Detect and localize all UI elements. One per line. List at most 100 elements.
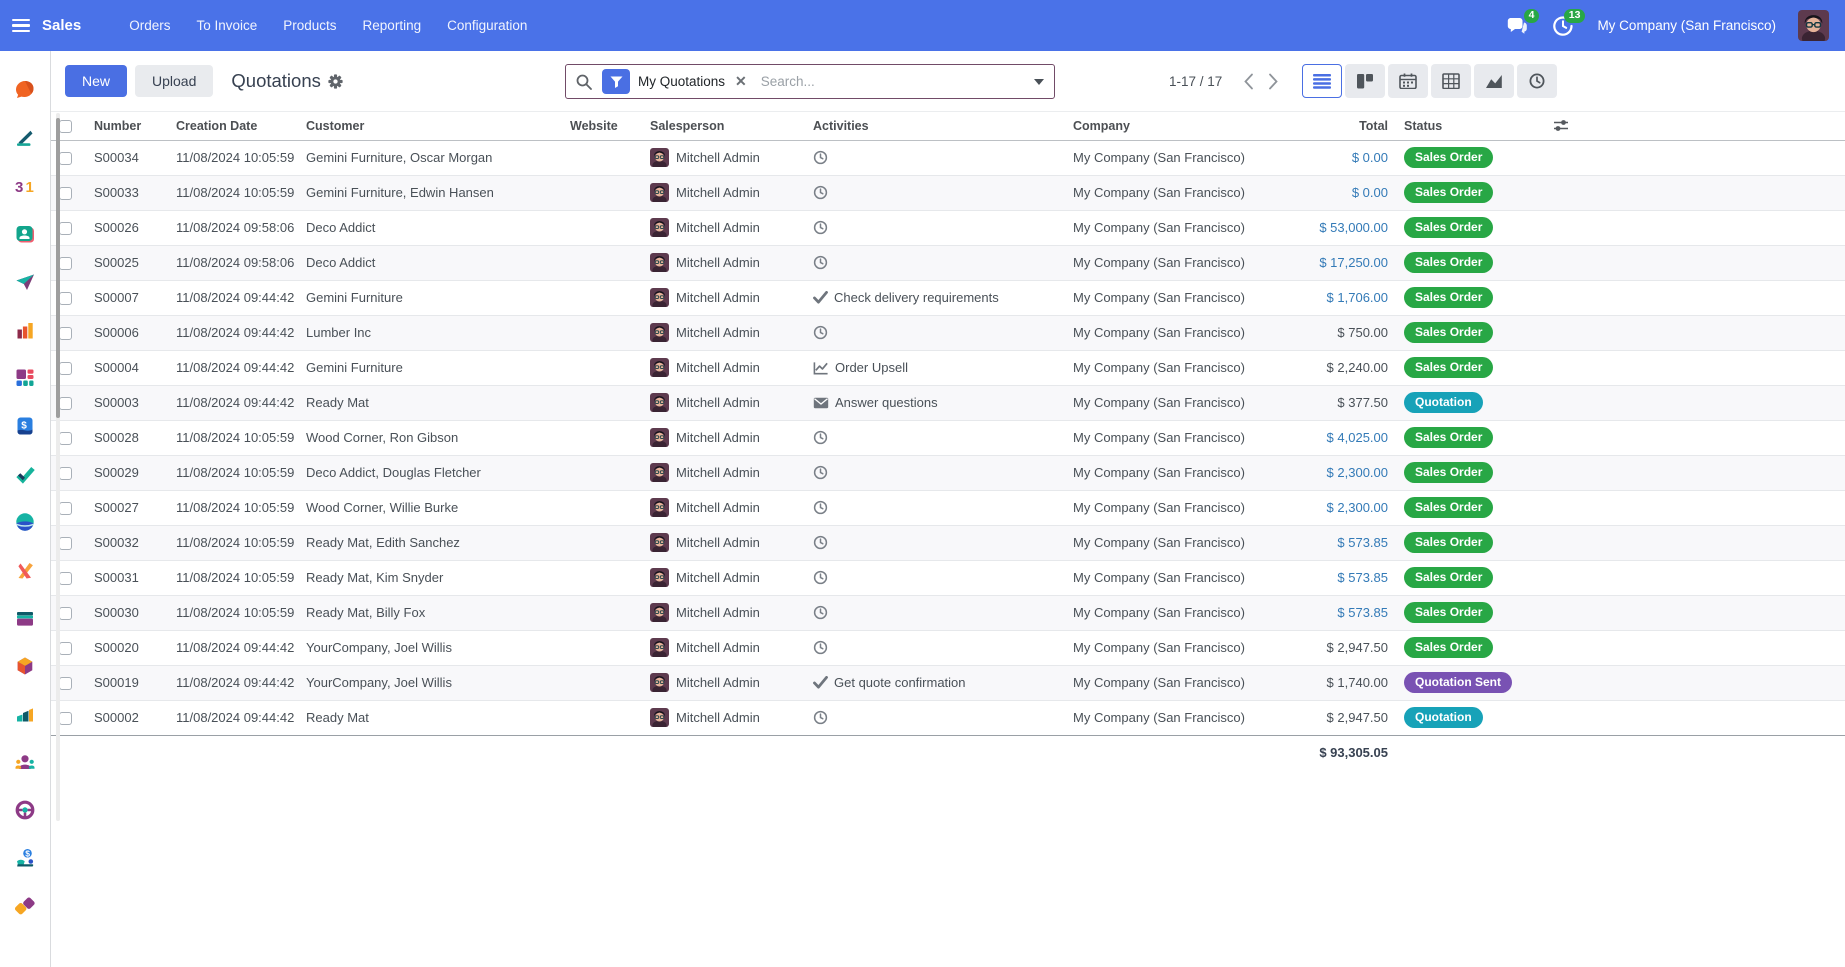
top-menu-reporting[interactable]: Reporting: [363, 18, 422, 33]
user-avatar[interactable]: [1798, 10, 1829, 41]
column-header-company[interactable]: Company: [1065, 112, 1266, 140]
chat-blob-icon[interactable]: [14, 79, 36, 101]
quotation-row[interactable]: S0003411/08/2024 10:05:59Gemini Furnitur…: [51, 140, 1845, 175]
pager-previous-button[interactable]: [1236, 69, 1261, 94]
activity-clock-icon[interactable]: [813, 430, 828, 445]
filter-funnel-icon[interactable]: [602, 69, 630, 94]
people-icon[interactable]: [14, 751, 36, 773]
quotation-row[interactable]: S0003111/08/2024 10:05:59Ready Mat, Kim …: [51, 560, 1845, 595]
apps-menu-icon[interactable]: [12, 19, 30, 32]
view-pivot-button[interactable]: [1431, 64, 1471, 98]
quotation-row[interactable]: S0002511/08/2024 09:58:06Deco AddictMitc…: [51, 245, 1845, 280]
activity-clock-icon[interactable]: [813, 605, 828, 620]
steering-wheel-icon[interactable]: [14, 799, 36, 821]
cell-total[interactable]: $ 1,706.00: [1266, 280, 1396, 315]
ramp-chart-icon[interactable]: [14, 703, 36, 725]
activities-icon[interactable]: 13: [1551, 15, 1575, 37]
cell-total[interactable]: $ 0.00: [1266, 140, 1396, 175]
column-header-activities[interactable]: Activities: [805, 112, 1065, 140]
pager-next-button[interactable]: [1261, 69, 1286, 94]
row-checkbox[interactable]: [59, 677, 72, 690]
optional-columns-icon[interactable]: [1549, 118, 1837, 133]
person-dollar-icon[interactable]: $: [14, 847, 36, 869]
activity-label[interactable]: Answer questions: [835, 395, 938, 410]
view-calendar-button[interactable]: [1388, 64, 1428, 98]
search-dropdown-caret-icon[interactable]: [1034, 79, 1044, 85]
activity-envelope-icon[interactable]: [813, 397, 829, 409]
top-menu-to-invoice[interactable]: To Invoice: [196, 18, 257, 33]
cell-total[interactable]: $ 0.00: [1266, 175, 1396, 210]
activity-clock-icon[interactable]: [813, 150, 828, 165]
top-menu-configuration[interactable]: Configuration: [447, 18, 527, 33]
paper-plane-icon[interactable]: [14, 271, 36, 293]
column-header-salesperson[interactable]: Salesperson: [642, 112, 805, 140]
row-checkbox[interactable]: [59, 642, 72, 655]
view-activity-button[interactable]: [1517, 64, 1557, 98]
quotation-row[interactable]: S0003011/08/2024 10:05:59Ready Mat, Bill…: [51, 595, 1845, 630]
cell-total[interactable]: $ 2,300.00: [1266, 490, 1396, 525]
quotation-row[interactable]: S0002711/08/2024 10:05:59Wood Corner, Wi…: [51, 490, 1845, 525]
row-checkbox[interactable]: [59, 362, 72, 375]
activity-clock-icon[interactable]: [813, 255, 828, 270]
activity-chart-icon[interactable]: [813, 361, 829, 375]
quotation-row[interactable]: S0003311/08/2024 10:05:59Gemini Furnitur…: [51, 175, 1845, 210]
activity-clock-icon[interactable]: [813, 325, 828, 340]
row-checkbox[interactable]: [59, 327, 72, 340]
dashboard-tiles-icon[interactable]: [14, 367, 36, 389]
row-checkbox[interactable]: [59, 572, 72, 585]
new-button[interactable]: New: [65, 65, 127, 97]
column-header-customer[interactable]: Customer: [298, 112, 562, 140]
checkmark-icon[interactable]: [14, 463, 36, 485]
facet-remove-icon[interactable]: ✕: [735, 73, 747, 90]
row-checkbox[interactable]: [59, 397, 72, 410]
quotation-row[interactable]: S0000311/08/2024 09:44:42Ready MatMitche…: [51, 385, 1845, 420]
bar-chart-icon[interactable]: [14, 319, 36, 341]
messages-icon[interactable]: 4: [1505, 15, 1529, 37]
activity-label[interactable]: Check delivery requirements: [834, 290, 999, 305]
column-header-total[interactable]: Total: [1266, 112, 1396, 140]
company-switcher[interactable]: My Company (San Francisco): [1597, 18, 1776, 33]
pencil-angle-icon[interactable]: [14, 127, 36, 149]
activity-clock-icon[interactable]: [813, 640, 828, 655]
linked-shapes-icon[interactable]: [14, 895, 36, 917]
row-checkbox[interactable]: [59, 152, 72, 165]
quotation-row[interactable]: S0002011/08/2024 09:44:42YourCompany, Jo…: [51, 630, 1845, 665]
sidebar-scrollbar-thumb[interactable]: [56, 118, 60, 418]
current-app-name[interactable]: Sales: [42, 17, 81, 34]
contact-card-icon[interactable]: [14, 223, 36, 245]
cell-total[interactable]: $ 4,025.00: [1266, 420, 1396, 455]
quotation-row[interactable]: S0002811/08/2024 10:05:59Wood Corner, Ro…: [51, 420, 1845, 455]
activity-label[interactable]: Get quote confirmation: [834, 675, 966, 690]
search-input[interactable]: [759, 73, 1028, 90]
actions-gear-icon[interactable]: [328, 74, 343, 89]
activity-label[interactable]: Order Upsell: [835, 360, 908, 375]
quotation-row[interactable]: S0001911/08/2024 09:44:42YourCompany, Jo…: [51, 665, 1845, 700]
box-icon[interactable]: [14, 655, 36, 677]
column-header-number[interactable]: Number: [86, 112, 168, 140]
row-checkbox[interactable]: [59, 467, 72, 480]
cell-total[interactable]: $ 2,300.00: [1266, 455, 1396, 490]
activity-check-icon[interactable]: [813, 676, 828, 689]
row-checkbox[interactable]: [59, 257, 72, 270]
cell-total[interactable]: $ 573.85: [1266, 595, 1396, 630]
activity-clock-icon[interactable]: [813, 500, 828, 515]
activity-clock-icon[interactable]: [813, 185, 828, 200]
top-menu-products[interactable]: Products: [283, 18, 336, 33]
top-menu-orders[interactable]: Orders: [129, 18, 170, 33]
activity-clock-icon[interactable]: [813, 710, 828, 725]
row-checkbox[interactable]: [59, 607, 72, 620]
quotation-row[interactable]: S0000611/08/2024 09:44:42Lumber IncMitch…: [51, 315, 1845, 350]
cell-total[interactable]: $ 573.85: [1266, 525, 1396, 560]
activity-check-icon[interactable]: [813, 291, 828, 304]
activity-clock-icon[interactable]: [813, 535, 828, 550]
view-graph-button[interactable]: [1474, 64, 1514, 98]
cell-total[interactable]: $ 573.85: [1266, 560, 1396, 595]
activity-clock-icon[interactable]: [813, 465, 828, 480]
row-checkbox[interactable]: [59, 432, 72, 445]
quotation-row[interactable]: S0000211/08/2024 09:44:42Ready MatMitche…: [51, 700, 1845, 735]
quotation-row[interactable]: S0003211/08/2024 10:05:59Ready Mat, Edit…: [51, 525, 1845, 560]
activity-clock-icon[interactable]: [813, 570, 828, 585]
cell-total[interactable]: $ 17,250.00: [1266, 245, 1396, 280]
column-header-status[interactable]: Status: [1396, 112, 1541, 140]
search-bar[interactable]: My Quotations ✕: [565, 64, 1055, 99]
